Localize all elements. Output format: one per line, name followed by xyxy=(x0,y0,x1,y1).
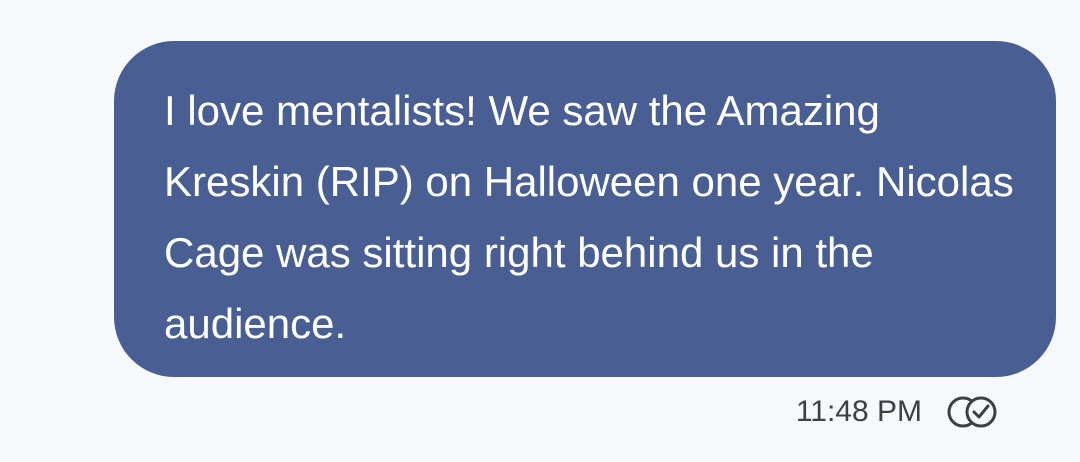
message-timestamp: 11:48 PM xyxy=(795,395,922,428)
message-meta: 11:48 PM xyxy=(796,392,1002,432)
message-text: I love mentalists! We saw the Amazing Kr… xyxy=(164,87,1014,347)
message-bubble[interactable]: I love mentalists! We saw the Amazing Kr… xyxy=(114,41,1056,377)
delivered-read-icon xyxy=(947,396,997,428)
